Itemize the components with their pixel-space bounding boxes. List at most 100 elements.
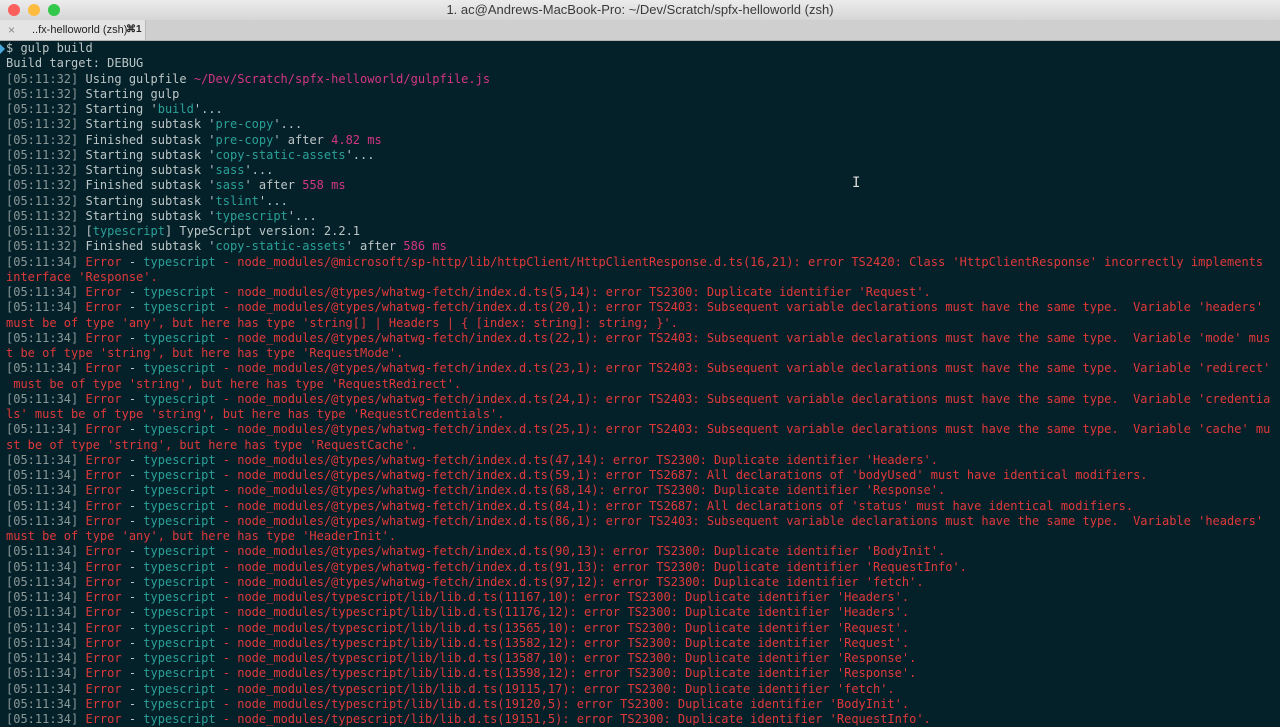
line-segment: ' after [345,239,404,254]
line-segment: - node_modules/typescript/lib/lib.d.ts(1… [215,681,895,696]
terminal-line: must be of type 'any', but here has type… [6,529,1280,544]
line-segment: must be of type 'any', but here has type… [6,529,397,543]
line-segment: Error [85,513,122,528]
terminal-output[interactable]: $ gulp build Build target: DEBUG [05:11:32… [0,41,1280,726]
line-segment: - [121,635,144,650]
line-segment: Error [85,681,122,696]
line-segment: Error [85,330,122,345]
line-segment: - [121,666,144,681]
line-segment: st be of type 'string', but here has typ… [6,437,418,452]
line-segment: - [121,513,144,528]
line-segment: Error [85,254,122,269]
text-cursor-icon: I [852,175,861,191]
line-segment: - node_modules/@types/whatwg-fetch/index… [215,574,924,589]
line-segment: - node_modules/typescript/lib/lib.d.ts(1… [215,605,910,620]
terminal-line: [05:11:34] Error - typescript - node_mod… [6,453,1280,468]
line-segment: - [121,544,144,559]
line-segment: Error [85,422,122,437]
line-segment: - node_modules/@types/whatwg-fetch/index… [215,300,1264,315]
tab-zsh[interactable]: × ..fx-helloworld (zsh) ⌘1 [0,20,146,40]
line-segment: typescript [143,666,216,681]
line-segment: [05:11:32] [6,102,86,116]
terminal-line: t be of type 'string', but here has type… [6,346,1280,361]
line-segment: [05:11:34] [6,635,86,650]
terminal-line: [05:11:34] Error - typescript - node_mod… [6,590,1280,605]
line-segment: 4.82 ms [331,132,382,147]
terminal-line: [05:11:32] Finished subtask 'copy-static… [6,239,1280,254]
terminal-line: [05:11:34] Error - typescript - node_mod… [6,331,1280,346]
line-segment: - [121,483,144,498]
terminal-line: [05:11:34] Error - typescript - node_mod… [6,361,1280,376]
line-segment: [05:11:34] [6,254,86,269]
close-window-button[interactable] [8,4,20,16]
line-segment: Starting subtask ' [85,163,216,177]
line-segment: Error [85,483,122,498]
terminal-line: [05:11:32] Starting gulp [6,87,1280,102]
line-segment: - [121,285,144,299]
terminal-line: [05:11:32] Starting subtask 'tslint'... [6,194,1280,209]
line-segment: [05:11:34] [6,651,86,665]
tab-label: ..fx-helloworld (zsh) [32,24,128,36]
line-segment: - [121,498,144,513]
line-segment: - [121,590,144,604]
terminal-line: [05:11:34] Error - typescript - node_mod… [6,422,1280,437]
terminal-line: [05:11:32] Finished subtask 'pre-copy' a… [6,133,1280,148]
line-segment: [05:11:34] [6,590,86,604]
line-segment: [05:11:34] [6,483,86,498]
line-segment: ls' must be of type 'string', but here h… [6,407,505,421]
line-segment: [05:11:34] [6,605,86,620]
line-segment: [05:11:34] [6,513,86,528]
line-segment: [05:11:32] [6,224,86,238]
tab-bar: × ..fx-helloworld (zsh) ⌘1 [0,20,1280,41]
close-tab-icon[interactable]: × [8,20,15,40]
terminal-line: $ gulp build [6,41,1280,56]
line-segment: Error [85,468,122,482]
minimize-window-button[interactable] [28,4,40,16]
line-segment: [ [85,224,93,238]
line-segment: Starting subtask ' [85,147,216,162]
line-segment: - node_modules/@types/whatwg-fetch/index… [215,422,1271,437]
line-segment: - [121,605,144,620]
terminal-line: must be of type 'string', but here has t… [6,377,1280,392]
line-segment: Starting subtask ' [85,117,216,132]
line-segment: - [121,452,144,467]
terminal-line: [05:11:34] Error - typescript - node_mod… [6,514,1280,529]
line-segment: [05:11:34] [6,285,86,299]
line-segment: Using gulpfile [85,71,194,86]
line-segment: Error [85,391,122,406]
line-segment: [05:11:32] [6,193,86,208]
line-segment: typescript [143,422,216,437]
line-segment: copy-static-assets [215,147,346,162]
zoom-window-button[interactable] [48,4,60,16]
line-segment: '... [244,163,274,177]
line-segment: typescript [143,483,216,498]
line-segment: [05:11:34] [6,712,86,726]
terminal-line: [05:11:34] Error - typescript - node_mod… [6,666,1280,681]
terminal-line: [05:11:34] Error - typescript - node_mod… [6,697,1280,712]
line-segment: Error [85,452,122,467]
line-segment: '... [287,208,317,223]
terminal-line: st be of type 'string', but here has typ… [6,438,1280,453]
line-segment: '... [193,102,223,116]
line-segment: - [121,422,144,437]
line-segment: sass [215,163,245,177]
window-titlebar: 1. ac@Andrews-MacBook-Pro: ~/Dev/Scratch… [0,0,1280,20]
line-segment: Error [85,712,122,726]
line-segment: - [121,559,144,574]
terminal-line: [05:11:34] Error - typescript - node_mod… [6,636,1280,651]
line-segment: [05:11:32] [6,178,86,193]
terminal-line: Build target: DEBUG [6,56,1280,71]
line-segment: [05:11:32] [6,163,86,177]
line-segment: typescript [92,224,165,238]
terminal-line: [05:11:32] [typescript] TypeScript versi… [6,224,1280,239]
terminal-line: [05:11:32] Starting subtask 'pre-copy'..… [6,117,1280,132]
line-segment: - node_modules/typescript/lib/lib.d.ts(1… [215,696,910,711]
line-segment: [05:11:34] [6,681,86,696]
terminal-line: [05:11:32] Starting subtask 'typescript'… [6,209,1280,224]
line-segment: [05:11:32] [6,208,86,223]
line-segment: - [121,681,144,696]
line-segment: Error [85,498,122,513]
line-segment: Error [85,361,122,376]
line-segment: [05:11:32] [6,117,86,132]
line-segment: tslint [215,193,259,208]
